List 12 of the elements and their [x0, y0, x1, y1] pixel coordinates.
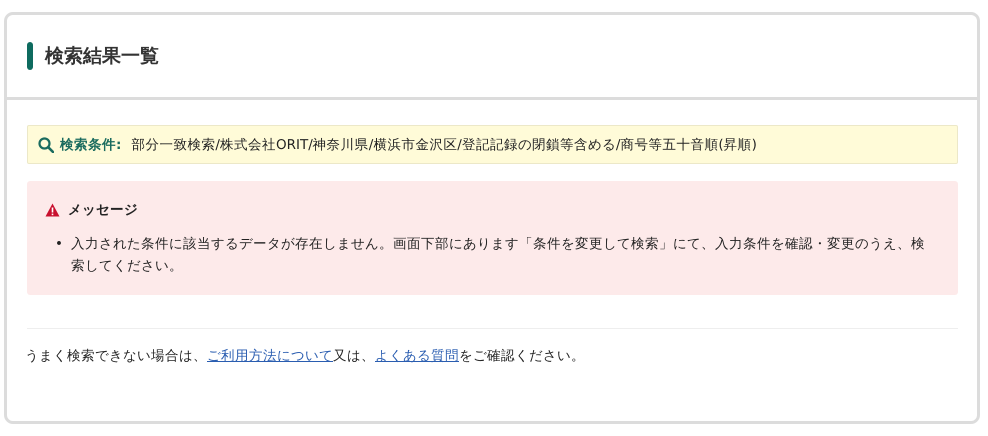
help-link[interactable]: ご利用方法について [207, 348, 333, 364]
message-title: メッセージ [68, 201, 138, 219]
warning-icon [45, 203, 60, 217]
message-text: 入力された条件に該当するデータが存在しません。画面下部にあります「条件を変更して検索」にて、入力条件を確認・変更のうえ、検索してください。 [70, 235, 926, 276]
condition-label: 検索条件: [60, 136, 122, 154]
search-icon [38, 136, 54, 152]
help-text: うまく検索できない場合は、ご利用方法について又は、よくある質問 をご確認ください。 [25, 347, 586, 365]
help-link[interactable]: よくある質問 [375, 348, 459, 364]
condition-value: 部分一致検索/株式会社ORIT/神奈川県/横浜市金沢区/登記記録の閉鎖等含める/商号等五十音順(昇順) [131, 136, 757, 154]
title-accent-icon [27, 42, 33, 70]
bullet-icon: • [55, 233, 63, 255]
page-title: 検索結果一覧 [45, 44, 159, 69]
